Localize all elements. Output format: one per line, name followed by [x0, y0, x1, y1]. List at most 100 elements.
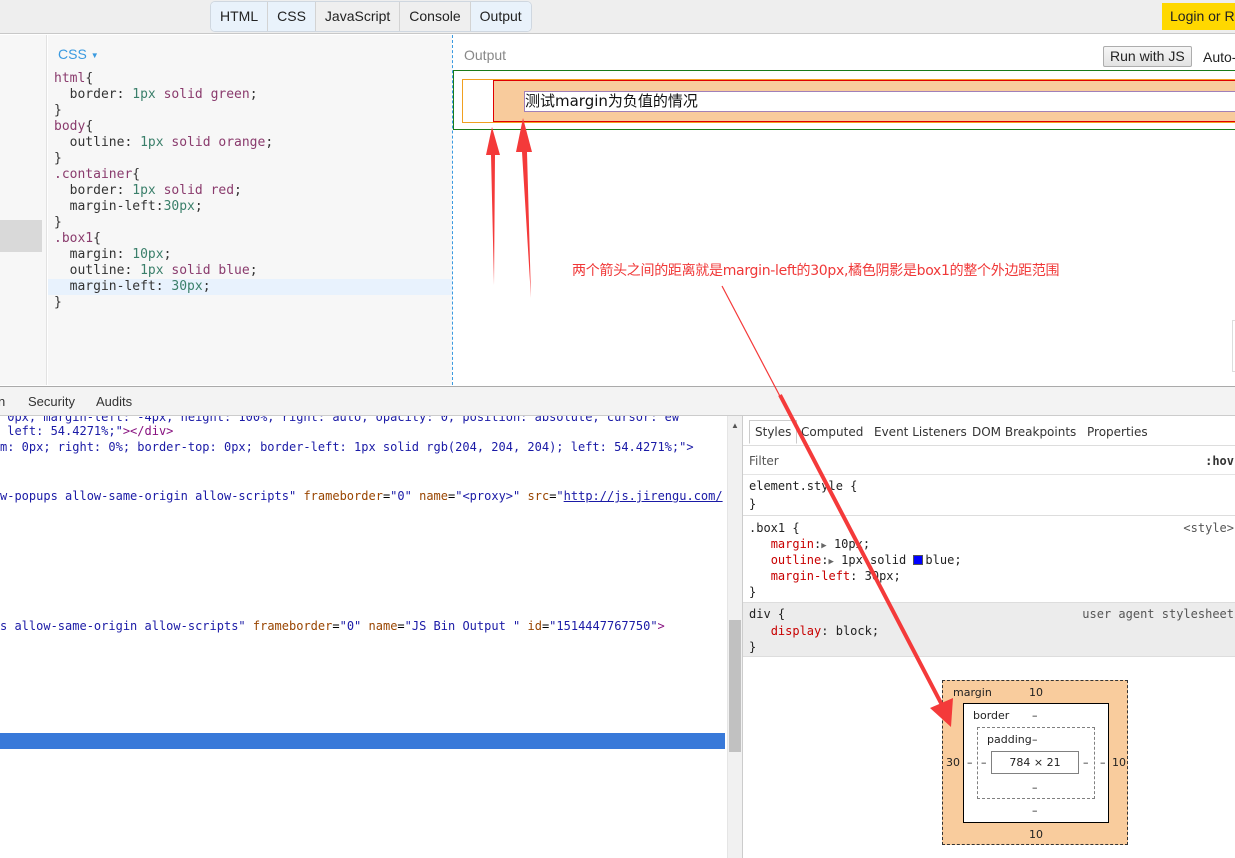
run-with-js-button[interactable]: Run with JS [1103, 46, 1192, 67]
tab-dom-breakpoints[interactable]: DOM Breakpoints [972, 425, 1076, 439]
box-model-padding[interactable]: padding – – – – 784 × 21 [977, 727, 1095, 799]
dom-node-line[interactable]: s allow-same-origin allow-scripts" frame… [0, 618, 665, 634]
border-label: border [973, 709, 1010, 722]
tab-output[interactable]: Output [470, 2, 531, 31]
code-line-active: margin-left: 30px; [48, 279, 452, 295]
code-line: margin: 10px; [54, 247, 172, 262]
color-swatch-icon[interactable] [913, 555, 924, 565]
padding-top[interactable]: – [1032, 733, 1038, 746]
css-language-dropdown[interactable]: CSS ▼ [58, 46, 99, 62]
dom-node-line[interactable]: left: 54.4271%;"></div> [0, 423, 173, 439]
styles-tabbar: Styles Computed Event Listeners DOM Brea… [743, 416, 1235, 446]
tab-properties[interactable]: Properties [1087, 425, 1148, 439]
code-line: border: 1px solid green; [54, 87, 258, 102]
close-brace: } [749, 585, 757, 599]
rule-selector: div { [749, 607, 786, 621]
demo-container-box: 测试margin为负值的情况 [493, 80, 1235, 122]
devtools-tab-audits[interactable]: Audits [96, 394, 132, 409]
rule-selector: .box1 { [749, 521, 800, 535]
tab-computed[interactable]: Computed [801, 425, 863, 439]
margin-bottom[interactable]: 10 [1029, 828, 1043, 841]
border-bottom[interactable]: – [1032, 804, 1038, 817]
rule-source: user agent stylesheet [1082, 607, 1234, 621]
rule-element-style[interactable]: element.style { } [743, 476, 1235, 516]
code-editor[interactable]: html{ border: 1px solid green; } body{ o… [48, 71, 452, 311]
annotation-text: 两个箭头之间的距离就是margin-left的30px,橘色阴影是box1的整个… [572, 263, 1060, 279]
tab-event-listeners[interactable]: Event Listeners [874, 425, 967, 439]
expand-triangle-icon: ▶ [828, 557, 834, 567]
code-line: .box1{ [54, 231, 101, 246]
box-model-border[interactable]: border – – – – padding – – – – 784 × 21 [963, 703, 1109, 823]
filter-input[interactable]: Filter [749, 454, 779, 468]
caret-down-icon: ▼ [90, 50, 99, 60]
padding-right[interactable]: – [1083, 756, 1089, 769]
selected-dom-node[interactable] [0, 733, 725, 749]
margin-right[interactable]: 10 [1112, 756, 1126, 769]
css-property[interactable]: margin:▶ 10px; [749, 536, 870, 552]
close-brace: } [749, 497, 757, 511]
tab-javascript[interactable]: JavaScript [315, 2, 401, 31]
rule-box1[interactable]: .box1 { <style> margin:▶ 10px; outline:▶… [743, 517, 1235, 603]
margin-left[interactable]: 30 [946, 756, 960, 769]
close-brace: } [749, 640, 757, 654]
css-property[interactable]: margin-left: 30px; [749, 568, 901, 584]
code-line: } [54, 151, 62, 166]
tab-console[interactable]: Console [400, 2, 471, 31]
code-line: margin-left:30px; [54, 199, 203, 214]
src-link: http://js.jirengu.com/ [563, 489, 723, 503]
code-line: } [54, 215, 62, 230]
auto-run-js-toggle[interactable]: Auto-run JS [1203, 49, 1235, 65]
code-line: } [54, 103, 62, 118]
padding-bottom[interactable]: – [1032, 781, 1038, 794]
code-line: body{ [54, 119, 94, 134]
top-bar: HTML CSS JavaScript Console Output Login… [0, 0, 1235, 34]
code-line: outline: 1px solid orange; [54, 135, 274, 150]
elements-scrollbar[interactable]: ▲ [727, 416, 742, 858]
border-left[interactable]: – [967, 756, 973, 769]
margin-label: margin [953, 686, 992, 699]
margin-top[interactable]: 10 [1029, 686, 1043, 699]
tab-css[interactable]: CSS [268, 2, 316, 31]
rule-source[interactable]: <style> [1183, 520, 1234, 536]
code-selector: html [54, 71, 86, 86]
tab-styles[interactable]: Styles [749, 420, 798, 444]
css-property[interactable]: outline:▶ 1px solid blue; [749, 552, 962, 568]
tab-html[interactable]: HTML [211, 2, 269, 31]
expand-triangle-icon: ▶ [821, 541, 827, 551]
border-top[interactable]: – [1032, 709, 1038, 722]
panel-tabs: HTML CSS JavaScript Console Output [210, 1, 532, 32]
dom-node-line[interactable]: w-popups allow-same-origin allow-scripts… [0, 488, 723, 504]
output-label: Output [464, 47, 507, 63]
css-language-label: CSS [58, 46, 87, 62]
devtools-tabbar: n Security Audits [0, 386, 1235, 416]
gutter-highlight [0, 220, 42, 252]
demo-html-box: 测试margin为负值的情况 [453, 70, 1235, 130]
left-gutter [0, 35, 47, 385]
code-line: .container{ [54, 167, 141, 182]
padding-label: padding [987, 733, 1032, 746]
border-right[interactable]: – [1100, 756, 1106, 769]
box-model-margin[interactable]: margin 10 30 10 10 border – – – – paddin… [942, 680, 1128, 845]
element-style-selector: element.style { [749, 479, 858, 493]
scrollbar-thumb[interactable] [729, 620, 741, 752]
padding-left[interactable]: – [981, 756, 987, 769]
devtools-tab-security[interactable]: Security [28, 394, 75, 409]
code-line: } [54, 295, 62, 310]
login-button[interactable]: Login or Register [1162, 3, 1235, 30]
demo-box1: 测试margin为负值的情况 [524, 91, 1235, 112]
scroll-up-icon[interactable]: ▲ [731, 421, 739, 430]
hov-toggle[interactable]: :hov [1205, 454, 1234, 468]
css-editor-pane[interactable]: CSS ▼ html{ border: 1px solid green; } bo… [48, 35, 452, 385]
styles-filter[interactable]: Filter :hov [743, 447, 1235, 475]
elements-pane[interactable]: 0px; margin-left: -4px; height: 100%; ri… [0, 416, 727, 858]
box-model-content[interactable]: 784 × 21 [991, 751, 1079, 774]
code-line: html{ [54, 71, 94, 86]
code-line: border: 1px solid red; [54, 183, 242, 198]
demo-body-box: 测试margin为负值的情况 [462, 79, 1235, 123]
code-line: outline: 1px solid blue; [54, 263, 258, 278]
rule-div-user-agent: div { user agent stylesheet display: blo… [743, 603, 1235, 657]
output-pane: Output Run with JS Auto-run JS 测试margin为… [453, 35, 1235, 385]
dom-node-line[interactable]: m: 0px; right: 0%; border-top: 0px; bord… [0, 439, 694, 455]
devtools-tab-partial[interactable]: n [0, 394, 5, 409]
css-property: display: block; [770, 624, 880, 638]
